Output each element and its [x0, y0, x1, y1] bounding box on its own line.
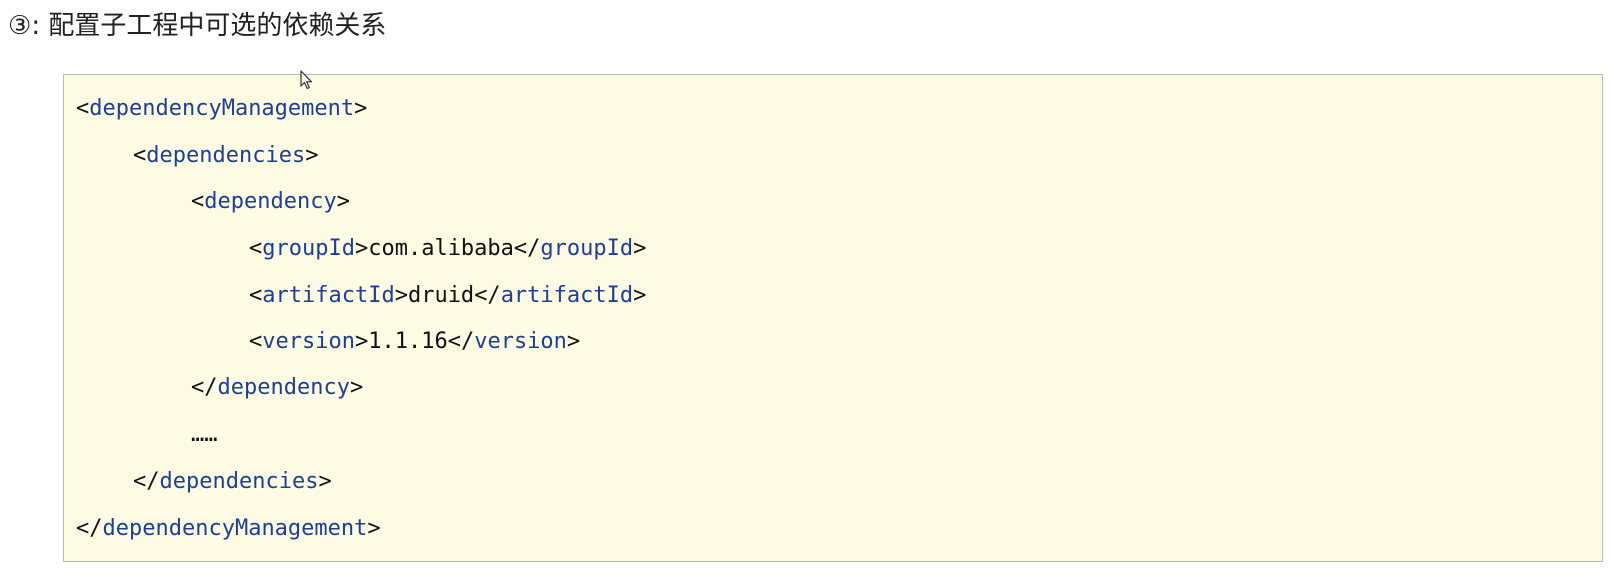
code-line-10: </dependencyManagement>	[76, 514, 381, 544]
code-line-4: <groupId>com.alibaba</groupId>	[249, 234, 646, 264]
code-value: com.alibaba	[368, 236, 514, 261]
code-punct: <	[191, 189, 205, 214]
heading-separator: :	[31, 11, 41, 41]
code-punct: >	[318, 469, 332, 494]
code-tag: groupId	[540, 236, 634, 261]
code-tag: dependencyManagement	[102, 516, 368, 541]
mouse-cursor-icon	[300, 70, 313, 90]
code-punct: <	[133, 143, 147, 168]
code-tag: dependencies	[146, 143, 306, 168]
code-ellipsis: ……	[191, 422, 218, 447]
code-punct: >	[354, 329, 369, 354]
code-punct: <	[249, 236, 263, 261]
code-tag: version	[262, 329, 355, 354]
code-line-8: ……	[191, 420, 218, 450]
code-tag: groupId	[262, 236, 355, 261]
code-tag: artifactId	[262, 283, 395, 308]
code-line-5: <artifactId>druid</artifactId>	[249, 281, 646, 311]
heading-marker: ③	[8, 11, 32, 41]
code-punct: </	[191, 375, 218, 400]
code-punct: >	[354, 236, 369, 261]
code-tag: dependencies	[159, 469, 319, 494]
code-line-9: </dependencies>	[133, 467, 332, 497]
code-punct: >	[633, 236, 647, 261]
code-punct: </	[513, 236, 541, 261]
code-punct: >	[354, 96, 368, 121]
code-tag: dependency	[204, 189, 337, 214]
code-tag: artifactId	[500, 283, 634, 308]
code-punct: >	[367, 516, 381, 541]
code-block: <dependencyManagement> <dependencies> <d…	[63, 74, 1603, 562]
code-punct: </	[474, 283, 501, 308]
code-value: 1.1.16	[368, 329, 448, 354]
code-punct: </	[133, 469, 160, 494]
code-line-1: <dependencyManagement>	[76, 94, 367, 124]
code-punct: >	[633, 283, 647, 308]
code-punct: >	[349, 375, 364, 400]
code-line-3: <dependency>	[191, 187, 350, 217]
section-heading: ③: 配置子工程中可选的依赖关系	[8, 6, 386, 46]
heading-text: 配置子工程中可选的依赖关系	[48, 11, 387, 41]
code-line-6: <version>1.1.16</version>	[249, 327, 580, 357]
code-line-7: </dependency>	[191, 373, 363, 403]
code-tag: version	[474, 329, 567, 354]
code-value: druid	[407, 283, 475, 308]
code-tag: dependencyManagement	[89, 96, 355, 121]
code-line-2: <dependencies>	[133, 141, 318, 171]
code-punct: <	[249, 283, 263, 308]
code-punct: >	[305, 143, 319, 168]
code-punct: >	[336, 189, 350, 214]
code-punct: <	[76, 96, 90, 121]
code-punct: </	[76, 516, 103, 541]
code-tag: dependency	[217, 375, 350, 400]
code-punct: <	[249, 329, 263, 354]
code-punct: >	[566, 329, 581, 354]
code-punct: </	[447, 329, 475, 354]
code-punct: >	[394, 283, 408, 308]
